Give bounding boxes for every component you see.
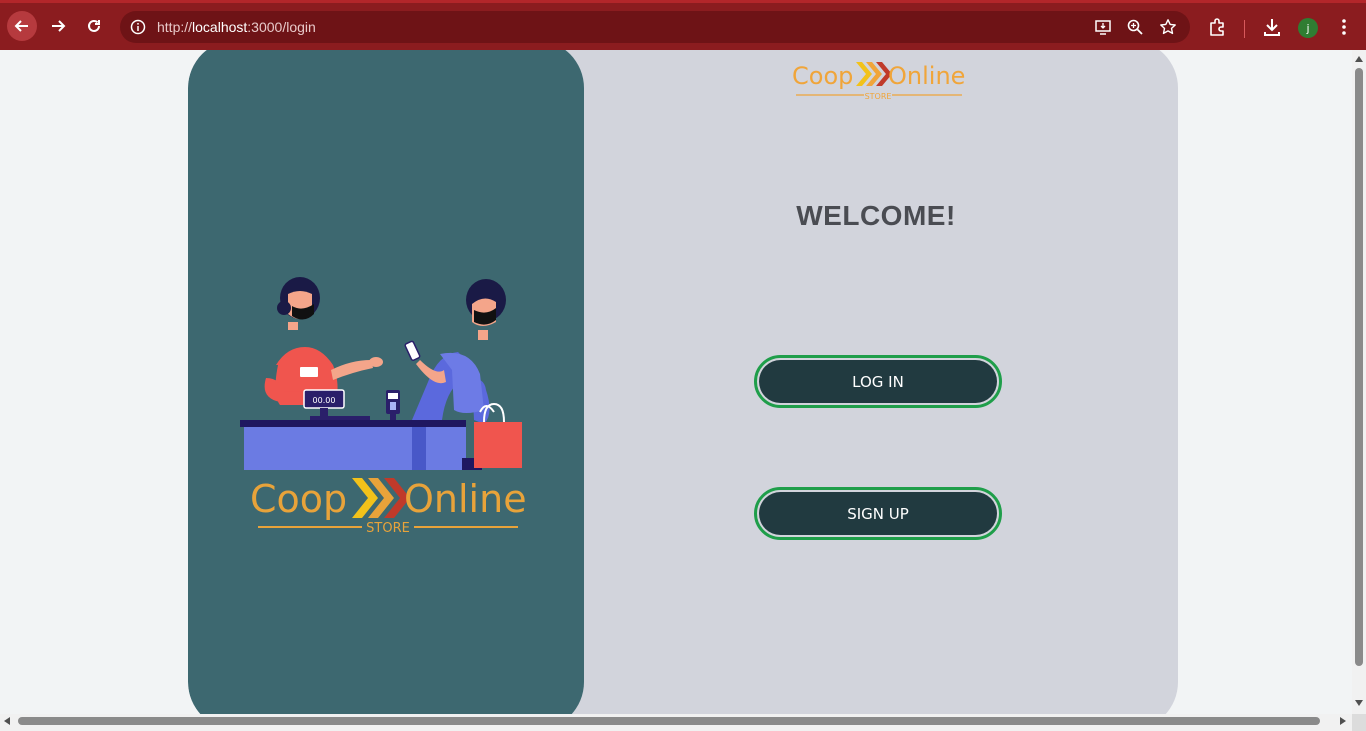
shop-counter [240,420,466,470]
cash-register: 00.00 [303,389,400,422]
address-bar[interactable]: http://localhost:3000/login [120,11,1190,43]
reload-icon [88,19,100,32]
logo-small-word1: Coop [792,62,853,90]
vertical-scroll-thumb[interactable] [1355,68,1363,666]
welcome-card: 00.00 Coop Online STORE Coop Online STOR… [188,50,1178,714]
horizontal-scrollbar[interactable] [0,714,1352,728]
page-viewport: 00.00 Coop Online STORE Coop Online STOR… [0,50,1352,714]
logo-large-word2: Online [404,477,527,521]
install-app-icon [1095,20,1111,35]
bookmark-star-icon [1160,19,1176,35]
login-button[interactable]: LOG IN [754,355,1002,408]
bookmark-button[interactable] [1158,17,1178,37]
download-icon [1264,19,1280,36]
site-info-icon [130,19,146,35]
site-info-button[interactable] [128,17,148,37]
downloads-button[interactable] [1261,16,1283,38]
profile-avatar[interactable]: j [1298,18,1318,38]
forward-button[interactable] [43,11,73,41]
scroll-down-arrow[interactable] [1355,700,1363,706]
illustration-panel: 00.00 Coop Online STORE [188,50,584,714]
url-scheme: http:// [157,19,193,35]
scrollbar-corner [1352,714,1366,731]
scroll-left-arrow[interactable] [4,717,10,725]
login-button-label[interactable]: LOG IN [759,360,997,403]
zoom-icon [1127,19,1143,35]
logo-large-sub: STORE [366,521,410,536]
reload-button[interactable] [79,11,109,41]
back-arrow-icon [14,20,28,32]
url-text: http://localhost:3000/login [157,19,316,35]
browser-toolbar: http://localhost:3000/login j [0,0,1366,50]
scroll-up-arrow[interactable] [1355,56,1363,62]
coop-online-logo-large: Coop Online STORE [250,477,527,536]
cashier-figure [264,277,383,405]
forward-arrow-icon [52,20,66,32]
url-path: :3000/login [247,19,316,35]
logo-large-word1: Coop [250,477,347,521]
extensions-button[interactable] [1207,16,1229,38]
coop-online-logo-small: Coop Online STORE [792,62,965,101]
extensions-icon [1210,18,1224,36]
logo-small-word2: Online [888,62,965,90]
install-app-button[interactable] [1093,17,1113,37]
register-display: 00.00 [313,396,336,405]
kebab-menu-icon [1342,19,1346,35]
vertical-scrollbar[interactable] [1352,50,1366,714]
cashier-customer-illustration: 00.00 [240,277,522,470]
url-host: localhost [192,19,248,35]
scroll-right-arrow[interactable] [1340,717,1346,725]
signup-button-label[interactable]: SIGN UP [759,492,997,535]
welcome-heading: WELCOME! [796,200,956,231]
toolbar-divider [1244,20,1245,38]
horizontal-scroll-thumb[interactable] [18,717,1320,725]
browser-menu-button[interactable] [1333,16,1355,38]
logo-small-sub: STORE [865,92,892,101]
signup-button[interactable]: SIGN UP [754,487,1002,540]
back-button[interactable] [7,11,37,41]
zoom-button[interactable] [1125,17,1145,37]
